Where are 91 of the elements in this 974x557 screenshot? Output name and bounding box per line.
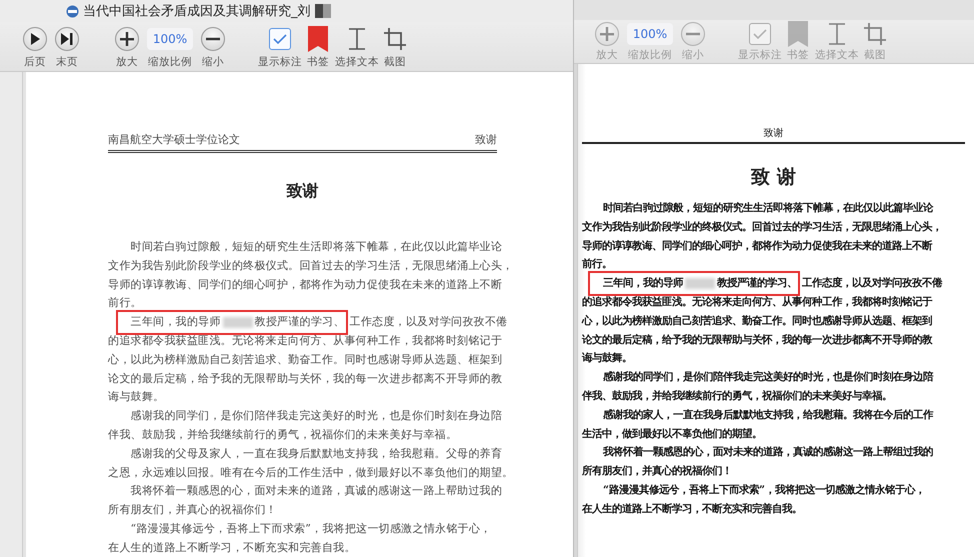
bookmark-button[interactable] [308, 26, 328, 52]
text-line: 导师的谆谆教诲、同学们的细心呵护，都将作为动力促使我在未来的道路上不断 [582, 238, 932, 254]
skip-end-icon [61, 33, 73, 45]
toolbar-label: 缩小 [202, 56, 224, 69]
toolbar-label: 后页 [24, 56, 46, 69]
text-line: 文作为我告别此阶段学业的终极仪式。回首过去的学习生活，无限思绪涌上心头， [582, 220, 942, 235]
text-line: 心，以此为榜样激励自己刻苦追求、勤奋工作。同时也感谢导师从选题、框架到 [108, 352, 502, 368]
redaction-block [222, 317, 253, 328]
text-line: “路漫漫其修远兮，吾将上下而求索”，我将把这一切感激之情永铭于心， [603, 482, 925, 498]
running-header: 南昌航空大学硕士学位论文 [108, 134, 240, 146]
text-line: 论文的最后定稿，给予我的无限帮助与关怀，我的每一次进步都离不开导师的教 [582, 332, 932, 348]
zoom-out-button[interactable] [201, 26, 225, 52]
bookmark-icon [788, 21, 808, 47]
redaction-block [685, 278, 715, 290]
text-line: 我将怀着一颗感恩的心，面对未来的道路，真诚的感谢这一路上帮组过我的 [603, 444, 933, 460]
annotations-checkbox[interactable] [749, 21, 771, 47]
text-line: 导师的谆谆教诲、同学们的细心呵护，都将作为动力促使我在未来的道路上不断 [108, 276, 502, 293]
last-button[interactable] [55, 26, 79, 52]
text-line: 诲与鼓舞。 [582, 351, 632, 366]
text-line: 在人生的道路上不断学习，不断充实和完善自我。 [108, 540, 356, 556]
text-cursor-icon [347, 28, 367, 50]
play-icon [30, 33, 40, 45]
zoom-in-button[interactable] [115, 26, 139, 52]
text-line: 感谢我的同学们，是你们陪伴我走完这美好的时光，也是你们时刻在身边陪 [130, 408, 502, 424]
text-line: “路漫漫其修远兮，吾将上下而求索”，我将把这一切感激之情永铭于心， [130, 520, 492, 537]
select-text-button[interactable] [827, 21, 847, 47]
prev-button[interactable] [23, 26, 47, 52]
zoom-field[interactable]: 100% [147, 28, 193, 50]
crop-icon [864, 23, 886, 45]
toolbar-label: 缩放比例 [628, 49, 672, 62]
text-line: 文作为我告别此阶段学业的终极仪式。回首过去的学习生活，无限思绪涌上心头， [108, 258, 514, 274]
select-text-button[interactable] [347, 26, 367, 52]
toolbar-label: 选择文本 [335, 56, 379, 69]
toolbar-label: 截图 [384, 56, 406, 69]
minus-icon [206, 37, 220, 41]
text-line: 感谢我的父母及家人，一直在我身后默默地支持我，给我慰藉。父母的养育 [130, 446, 502, 462]
highlighted-text: 三年间，我的导师 [603, 276, 683, 292]
text-line: 时间若白驹过隙般，短短的研究生生活即将落下帷幕，在此仅以此篇毕业论 [130, 239, 502, 255]
redaction-block [314, 4, 330, 18]
text-line: 伴我、鼓励我，并给我继续前行的勇气，祝福你们的未来美好与幸福。 [582, 388, 892, 404]
text-line: 生活中，做到最好以不辜负他们的期望。 [582, 426, 762, 442]
zoom-field[interactable]: 100% [627, 23, 673, 45]
highlighted-text: 教授严谨的学习、 [254, 314, 345, 330]
toolbar-label: 截图 [864, 49, 886, 62]
toolbar-label: 放大 [116, 56, 138, 69]
check-icon [753, 29, 767, 39]
toolbar-label: 显示标注 [258, 56, 302, 69]
text-line: 前行。 [108, 295, 142, 312]
running-header: 致谢 [764, 128, 784, 140]
plus-icon [600, 27, 614, 41]
text-line: 之恩，永远难以回报。唯有在今后的工作生活中，做到最好以不辜负他们的期望。 [108, 464, 514, 481]
text-line: 工作态度，以及对学问孜孜不倦 [802, 276, 942, 292]
text-line: 所有朋友们，并真心的祝福你们！ [108, 502, 277, 518]
annotations-checkbox[interactable] [269, 26, 291, 52]
toolbar-label: 缩放比例 [148, 56, 192, 69]
plus-icon [120, 32, 134, 46]
crop-button[interactable] [864, 21, 886, 47]
toolbar-label: 选择文本 [815, 49, 859, 62]
minus-icon [686, 32, 700, 36]
app-icon [66, 4, 79, 18]
text-line: 论文的最后定稿，给予我的无限帮助与关怀，我的每一次进步都离不开导师的教 [108, 370, 502, 387]
text-line: 所有朋友们，并真心的祝福你们！ [582, 464, 732, 480]
text-line: 在人生的道路上不断学习，不断充实和完善自我。 [582, 502, 802, 517]
check-icon [273, 34, 287, 44]
bookmark-icon [308, 26, 328, 52]
toolbar-label: 放大 [596, 49, 618, 62]
text-line: 我将怀着一颗感恩的心，面对未来的道路，真诚的感谢这一路上帮助过我的 [130, 483, 502, 500]
page-heading: 致 谢 [750, 165, 797, 189]
text-cursor-icon [827, 23, 847, 45]
text-line: 感谢我的家人，一直在我身后默默地支持我，给我慰藉。我将在今后的工作 [603, 408, 933, 423]
text-line: 诲与鼓舞。 [108, 389, 164, 406]
text-line: 工作态度，以及对学问孜孜不倦 [350, 314, 508, 330]
window-title: 当代中国社会矛盾成因及其调解研究_刘 [83, 3, 310, 20]
toolbar-label: 书签 [787, 49, 809, 62]
crop-icon [384, 28, 406, 50]
crop-button[interactable] [384, 26, 406, 52]
text-line: 伴我、鼓励我，并给我继续前行的勇气，祝福你们的未来美好与幸福。 [108, 426, 458, 443]
running-header: 致谢 [475, 134, 497, 146]
text-line: 的追求都令我获益匪浅。无论将来走向何方、从事何种工作，我都将时刻铭记于 [108, 332, 502, 349]
toolbar-label: 缩小 [682, 49, 704, 62]
highlighted-text: 教授严谨的学习、 [717, 276, 797, 292]
toolbar-label: 末页 [56, 56, 78, 69]
text-line: 时间若白驹过隙般，短短的研究生生活即将落下帷幕，在此仅以此篇毕业论 [603, 201, 933, 216]
highlighted-text: 三年间，我的导师 [130, 314, 221, 330]
page-heading: 致谢 [286, 181, 320, 201]
toolbar-label: 显示标注 [738, 49, 782, 62]
text-line: 感谢我的同学们，是你们陪伴我走完这美好的时光，也是你们时刻在身边陪 [603, 370, 933, 386]
text-line: 心，以此为榜样激励自己刻苦追求、勤奋工作。同时也感谢导师从选题、框架到 [582, 314, 932, 329]
text-line: 的追求都令我获益匪浅。无论将来走向何方、从事何种工作，我都将时刻铭记于 [582, 294, 932, 310]
toolbar-label: 书签 [307, 56, 329, 69]
text-line: 前行。 [582, 257, 612, 272]
